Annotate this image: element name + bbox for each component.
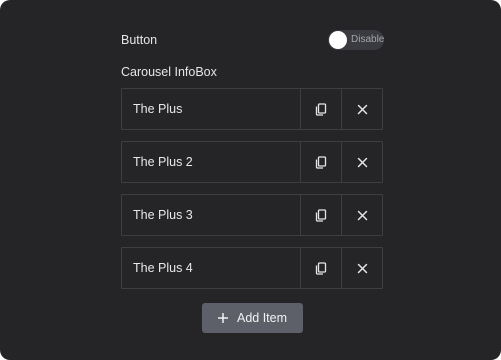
remove-button[interactable]	[341, 195, 382, 235]
add-item-button[interactable]: Add Item	[202, 303, 303, 333]
close-icon	[357, 263, 367, 273]
item-title[interactable]: The Plus	[122, 89, 300, 129]
toggle-knob	[329, 31, 347, 49]
item-title[interactable]: The Plus 3	[122, 195, 300, 235]
copy-icon	[315, 155, 327, 169]
close-icon	[357, 104, 367, 114]
button-setting-label: Button	[121, 33, 158, 47]
list-item: The Plus 4	[121, 247, 383, 289]
plus-icon	[217, 313, 228, 323]
duplicate-button[interactable]	[300, 195, 341, 235]
remove-button[interactable]	[341, 142, 382, 182]
list-item: The Plus 3	[121, 194, 383, 236]
settings-panel: Button Disable Carousel InfoBox The Plus…	[0, 0, 501, 360]
duplicate-button[interactable]	[300, 89, 341, 129]
list-item: The Plus	[121, 88, 383, 130]
carousel-infobox-label: Carousel InfoBox	[121, 65, 217, 79]
remove-button[interactable]	[341, 89, 382, 129]
close-icon	[357, 210, 367, 220]
close-icon	[357, 157, 367, 167]
toggle-state-text: Disable	[351, 34, 385, 45]
item-title[interactable]: The Plus 4	[122, 248, 300, 288]
item-list: The Plus The Plus 2 The Plus 3 The Plus …	[121, 88, 383, 300]
copy-icon	[315, 102, 327, 116]
item-title[interactable]: The Plus 2	[122, 142, 300, 182]
copy-icon	[315, 261, 327, 275]
duplicate-button[interactable]	[300, 248, 341, 288]
duplicate-button[interactable]	[300, 142, 341, 182]
list-item: The Plus 2	[121, 141, 383, 183]
copy-icon	[315, 208, 327, 222]
remove-button[interactable]	[341, 248, 382, 288]
add-item-label: Add Item	[236, 311, 288, 325]
button-toggle[interactable]: Disable	[328, 30, 384, 50]
